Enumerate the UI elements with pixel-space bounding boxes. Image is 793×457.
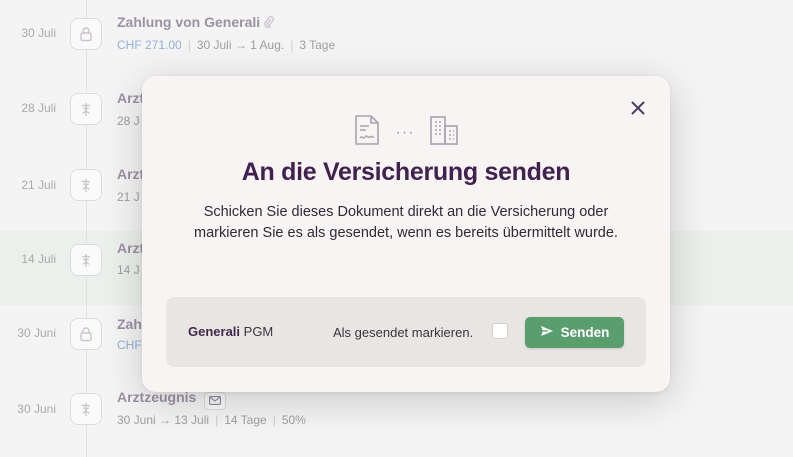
duration: 14 Tage: [224, 413, 267, 427]
send-options-bar: Generali PGM Als gesendet markieren. Sen…: [166, 297, 646, 367]
caduceus-icon[interactable]: [70, 169, 102, 201]
timeline-item-meta: CHF: [117, 338, 142, 352]
timeline-item-meta: CHF 271.00 | 30 Juli → 1 Aug. | 3 Tage: [117, 38, 336, 52]
timeline-item-meta: 28 J: [117, 114, 140, 128]
timeline-date: 30 Juli: [21, 26, 56, 40]
dialog-title: An die Versicherung senden: [241, 158, 571, 186]
mark-as-sent-checkbox[interactable]: [492, 323, 508, 339]
percent: 50%: [281, 413, 306, 427]
mark-as-sent-label[interactable]: Als gesendet markieren.: [333, 325, 473, 340]
caduceus-icon[interactable]: [70, 244, 102, 276]
timeline-date: 30 Juni: [17, 326, 56, 340]
duration: 3 Tage: [299, 38, 336, 52]
timeline-item-title[interactable]: Arzt: [117, 166, 144, 182]
dialog-description: Schicken Sie dieses Dokument direkt an d…: [194, 204, 618, 241]
timeline-item-meta: 14 J: [117, 263, 140, 277]
timeline-date: 30 Juni: [17, 402, 56, 416]
timeline-date: 28 Juli: [21, 101, 56, 115]
caduceus-icon[interactable]: [70, 93, 102, 125]
insurer-name: Generali PGM: [188, 324, 274, 339]
period: 30 Juni → 13 Juli: [117, 413, 210, 427]
timeline-date: 21 Juli: [21, 178, 56, 192]
paperclip-icon: [264, 15, 275, 31]
amount: CHF 271.00: [117, 38, 182, 52]
send-button-label: Senden: [560, 325, 610, 340]
timeline-item-meta: 30 Juni → 13 Juli | 14 Tage | 50%: [117, 413, 306, 427]
lock-icon[interactable]: [70, 18, 102, 50]
timeline-line: [86, 0, 87, 457]
send-to-insurance-dialog: ··· An die Versicherung senden Schicken …: [142, 76, 670, 392]
timeline-item-title[interactable]: Zah: [117, 316, 142, 332]
timeline-date: 14 Juli: [21, 252, 56, 266]
timeline-item-title[interactable]: Arztzeugnis: [117, 389, 227, 410]
building-icon: [428, 114, 460, 151]
caduceus-icon[interactable]: [70, 393, 102, 425]
dots-icon: ···: [395, 123, 415, 141]
send-icon: [540, 325, 554, 340]
timeline-item-title[interactable]: Zahlung von Generali: [117, 14, 275, 31]
timeline-item-title[interactable]: Arzt: [117, 240, 144, 256]
period: 30 Juli → 1 Aug.: [196, 38, 285, 52]
mail-icon: [204, 391, 227, 410]
timeline-item-meta: 21 J: [117, 190, 140, 204]
lock-icon[interactable]: [70, 318, 102, 350]
send-button[interactable]: Senden: [525, 317, 624, 348]
timeline-item-title[interactable]: Arzt: [117, 90, 144, 106]
transfer-illustration: ···: [142, 114, 670, 151]
document-icon: [352, 114, 382, 151]
